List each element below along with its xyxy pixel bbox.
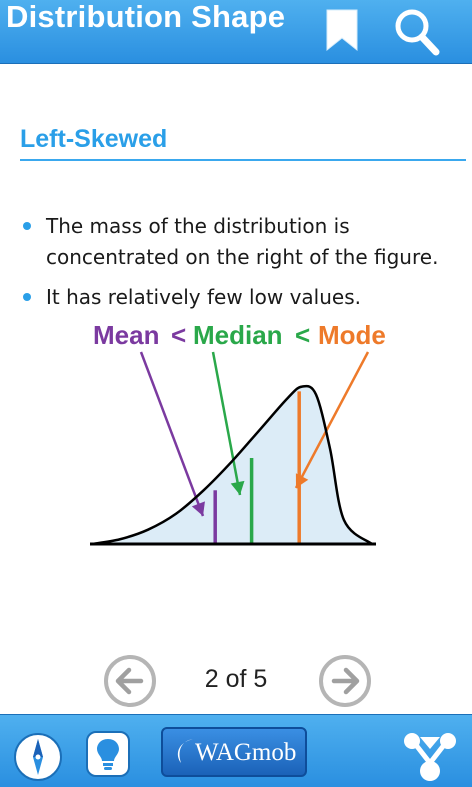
list-item: The mass of the distribution is concentr… bbox=[20, 211, 470, 273]
section-title: Left-Skewed bbox=[20, 125, 168, 153]
less-than-label: < bbox=[171, 320, 186, 350]
compass-button[interactable] bbox=[12, 731, 64, 783]
arrow-right-icon bbox=[319, 655, 371, 707]
mean-label: Mean bbox=[93, 320, 159, 350]
skew-chart: Mean < Median < Mode bbox=[90, 320, 386, 546]
share-icon bbox=[404, 733, 456, 781]
bullet-text: The mass of the distribution is concentr… bbox=[46, 214, 439, 269]
tips-button[interactable] bbox=[84, 729, 132, 779]
mode-label: Mode bbox=[318, 320, 386, 350]
distribution-area bbox=[92, 386, 372, 544]
wagmob-brand-button[interactable]: WAGmob bbox=[161, 727, 307, 777]
footer-bar: WAGmob bbox=[0, 714, 472, 787]
bullet-dot-icon bbox=[23, 222, 31, 230]
next-page-button[interactable] bbox=[318, 654, 372, 708]
page-title: Distribution Shape bbox=[6, 0, 286, 34]
mean-arrow bbox=[139, 351, 205, 517]
bullet-dot-icon bbox=[23, 293, 31, 301]
bullet-list: The mass of the distribution is concentr… bbox=[20, 211, 470, 322]
list-item: It has relatively few low values. bbox=[20, 282, 470, 313]
lightbulb-icon bbox=[86, 731, 130, 777]
share-button[interactable] bbox=[402, 727, 458, 787]
previous-page-button[interactable] bbox=[103, 654, 157, 708]
search-button[interactable] bbox=[390, 2, 442, 58]
arrow-left-icon bbox=[104, 655, 156, 707]
brand-label: WAGmob bbox=[195, 739, 297, 766]
bookmark-button[interactable] bbox=[317, 2, 369, 58]
compass-icon bbox=[14, 733, 62, 781]
less-than-label: < bbox=[295, 320, 310, 350]
page-indicator: 2 of 5 bbox=[204, 665, 268, 693]
bullet-text: It has relatively few low values. bbox=[46, 285, 361, 309]
search-icon bbox=[395, 9, 440, 56]
section-divider bbox=[20, 159, 466, 161]
bookmark-icon bbox=[326, 9, 358, 52]
header-bar: Distribution Shape bbox=[0, 0, 472, 64]
median-label: Median bbox=[193, 320, 283, 350]
